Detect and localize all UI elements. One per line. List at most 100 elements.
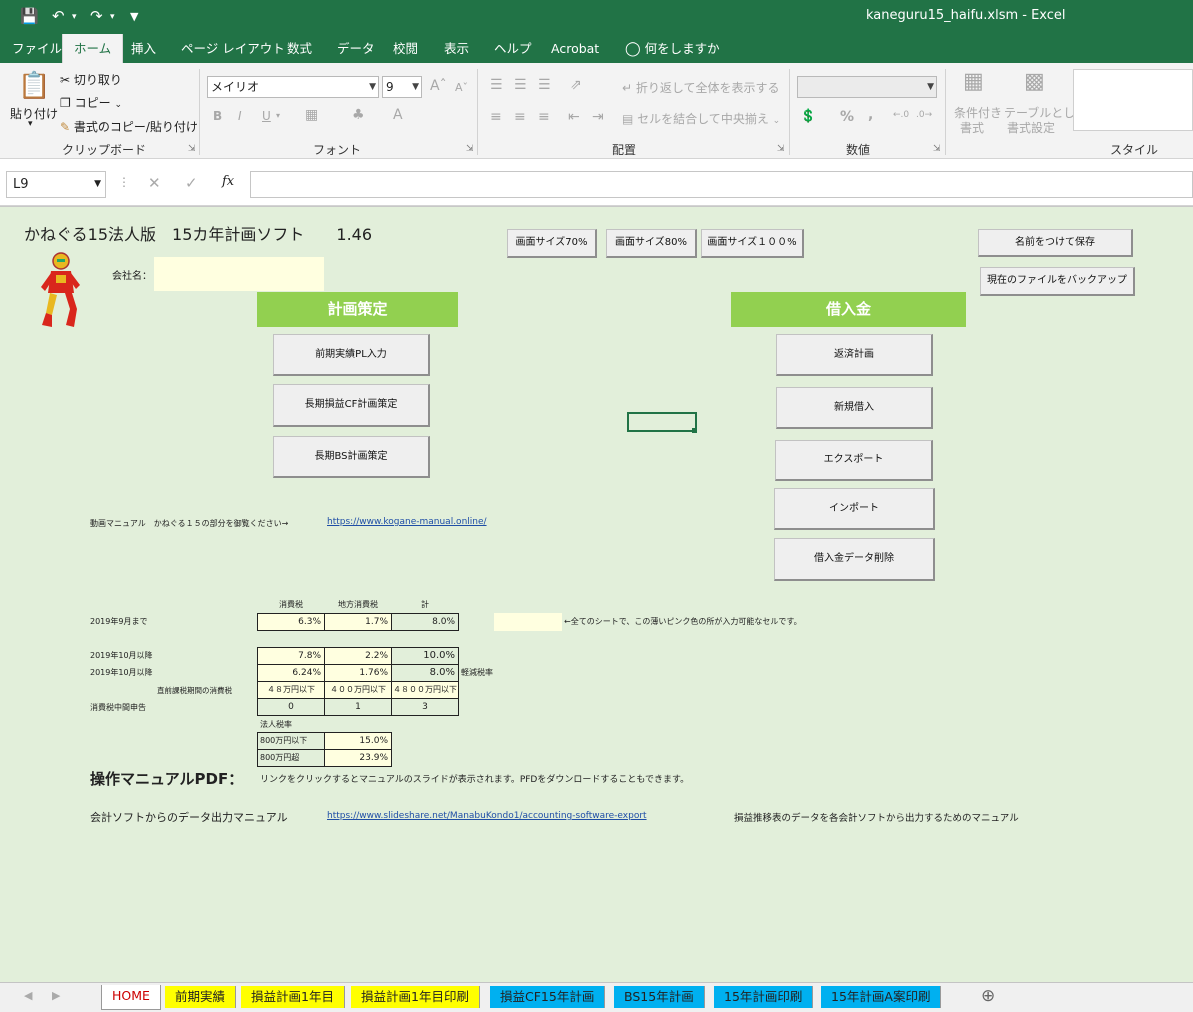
sheet-tab-bs-15yr[interactable]: BS15年計画 [614,986,705,1008]
customize-quick-access-icon[interactable]: ▼ [130,10,138,23]
sheet-tab-prior-results[interactable]: 前期実績 [165,986,237,1008]
tax-cell[interactable]: 1.76% [324,664,392,682]
font-size-combo[interactable]: 9 ▼ [382,76,422,98]
increase-font-icon[interactable]: Aˆ [430,78,447,94]
align-bottom-icon[interactable]: ☰ [538,77,551,93]
align-middle-icon[interactable]: ☰ [514,77,527,93]
prior-tax-cell[interactable]: ４８万円以下 [257,681,325,699]
tab-formulas[interactable]: 数式 [276,34,323,63]
video-manual-link[interactable]: https://www.kogane-manual.online/ [327,517,487,527]
cut-button[interactable]: ✂ 切り取り [60,71,122,88]
underline-button[interactable]: U [262,109,271,123]
align-left-icon[interactable]: ≡ [490,109,502,125]
sheet-tab-home[interactable]: HOME [101,985,161,1010]
corp-tax-cell[interactable]: 23.9% [324,749,392,767]
align-top-icon[interactable]: ☰ [490,77,503,93]
sheet-tab-pl-cf-15yr[interactable]: 損益CF15年計画 [490,986,606,1008]
undo-dropdown-icon[interactable]: ▾ [72,12,77,22]
sheet-tab-pl-year1[interactable]: 損益計画1年目 [241,986,345,1008]
export-button[interactable]: エクスポート [775,440,933,481]
alignment-launcher-icon[interactable]: ⇲ [777,144,785,154]
align-center-icon[interactable]: ≡ [514,109,526,125]
save-icon[interactable]: 💾 [20,7,39,25]
worksheet[interactable]: かねぐる15法人版 15カ年計画ソフト 1.46 会社名： 画面サイズ70% 画… [0,206,1193,982]
italic-button[interactable]: I [238,109,242,123]
import-button[interactable]: インポート [774,488,935,530]
insert-function-icon[interactable]: fx [222,174,234,189]
fill-color-icon[interactable]: ♣ [352,107,365,123]
sheet-tab-15yr-a-print[interactable]: 15年計画A案印刷 [821,986,942,1008]
cancel-icon[interactable]: ✕ [148,174,161,192]
decrease-font-icon[interactable]: Aˇ [455,81,468,94]
paste-icon[interactable]: 📋 [18,71,50,101]
corp-tax-cell[interactable]: 15.0% [324,732,392,750]
redo-dropdown-icon[interactable]: ▾ [110,12,115,22]
prior-pl-input-button[interactable]: 前期実績PL入力 [273,334,430,376]
enter-icon[interactable]: ✓ [185,174,198,192]
merge-center-button[interactable]: ▤ セルを結合して中央揃え ⌄ [622,110,780,127]
tax-cell[interactable]: 8.0% [391,664,459,682]
sheet-tab-pl-year1-print[interactable]: 損益計画1年目印刷 [351,986,480,1008]
bold-button[interactable]: B [213,109,222,123]
underline-dropdown-icon[interactable]: ▾ [276,111,280,120]
border-icon[interactable]: ▦ [305,107,318,123]
export-manual-link[interactable]: https://www.slideshare.net/ManabuKondo1/… [327,811,647,821]
tax-cell[interactable]: 7.8% [257,647,325,665]
company-name-input[interactable] [154,257,324,291]
interim-cell[interactable]: 0 [257,698,325,716]
decrease-indent-icon[interactable]: ⇤ [568,109,580,125]
cell-styles-gallery[interactable] [1073,69,1193,131]
backup-button[interactable]: 現在のファイルをバックアップ [980,267,1135,296]
zoom-70-button[interactable]: 画面サイズ70% [507,229,597,258]
number-format-combo[interactable]: ▼ [797,76,937,98]
new-loan-button[interactable]: 新規借入 [776,387,933,429]
prior-tax-cell[interactable]: ４８００万円以下 [391,681,459,699]
conditional-format-icon[interactable]: ▦ [963,69,984,94]
currency-icon[interactable]: 💲 [800,109,816,124]
tax-cell[interactable]: 6.3% [257,613,325,631]
tab-insert[interactable]: 挿入 [120,34,167,63]
tax-cell[interactable]: 8.0% [391,613,459,631]
redo-icon[interactable]: ↷ [90,7,103,25]
orientation-icon[interactable]: ⇗ [570,77,582,93]
align-right-icon[interactable]: ≡ [538,109,550,125]
scroll-right-icon[interactable]: ▶ [52,989,60,1002]
long-term-pl-cf-button[interactable]: 長期損益CF計画策定 [273,384,430,427]
zoom-80-button[interactable]: 画面サイズ80% [606,229,697,258]
interim-cell[interactable]: 3 [391,698,459,716]
interim-cell[interactable]: 1 [324,698,392,716]
tab-data[interactable]: データ [326,34,386,63]
tell-me-search[interactable]: ◯ 何をしますか [614,34,731,63]
scroll-left-icon[interactable]: ◀ [24,989,32,1002]
font-color-icon[interactable]: A [393,107,403,123]
comma-button[interactable]: , [868,107,873,123]
tab-view[interactable]: 表示 [433,34,480,63]
tab-acrobat[interactable]: Acrobat [540,34,610,63]
format-painter-button[interactable]: ✎ 書式のコピー/貼り付け [60,118,198,135]
selected-cell[interactable] [627,412,697,432]
font-launcher-icon[interactable]: ⇲ [466,144,474,154]
paste-dropdown-icon[interactable]: ▾ [28,119,33,129]
increase-decimal-icon[interactable]: ←.0 [893,110,909,120]
tax-cell[interactable]: 2.2% [324,647,392,665]
tab-home[interactable]: ホーム [62,34,124,63]
number-launcher-icon[interactable]: ⇲ [933,144,941,154]
name-box[interactable]: L9 ▼ [6,171,106,198]
tax-cell[interactable]: 1.7% [324,613,392,631]
undo-icon[interactable]: ↶ [52,7,65,25]
wrap-text-button[interactable]: ↵ 折り返して全体を表示する [622,79,780,96]
format-as-table-icon[interactable]: ▩ [1024,69,1045,94]
tax-cell[interactable]: 10.0% [391,647,459,665]
percent-button[interactable]: % [840,109,854,125]
copy-button[interactable]: ❐ コピー ⌄ [60,94,122,111]
increase-indent-icon[interactable]: ⇥ [592,109,604,125]
tab-help[interactable]: ヘルプ [483,34,543,63]
paste-button[interactable]: 貼り付け [10,105,58,122]
delete-loan-data-button[interactable]: 借入金データ削除 [774,538,935,581]
tax-cell[interactable]: 6.24% [257,664,325,682]
fill-handle[interactable] [692,428,697,433]
clipboard-launcher-icon[interactable]: ⇲ [188,144,196,154]
zoom-100-button[interactable]: 画面サイズ１００% [701,229,804,258]
decrease-decimal-icon[interactable]: .0→ [916,110,932,120]
repayment-plan-button[interactable]: 返済計画 [776,334,933,376]
